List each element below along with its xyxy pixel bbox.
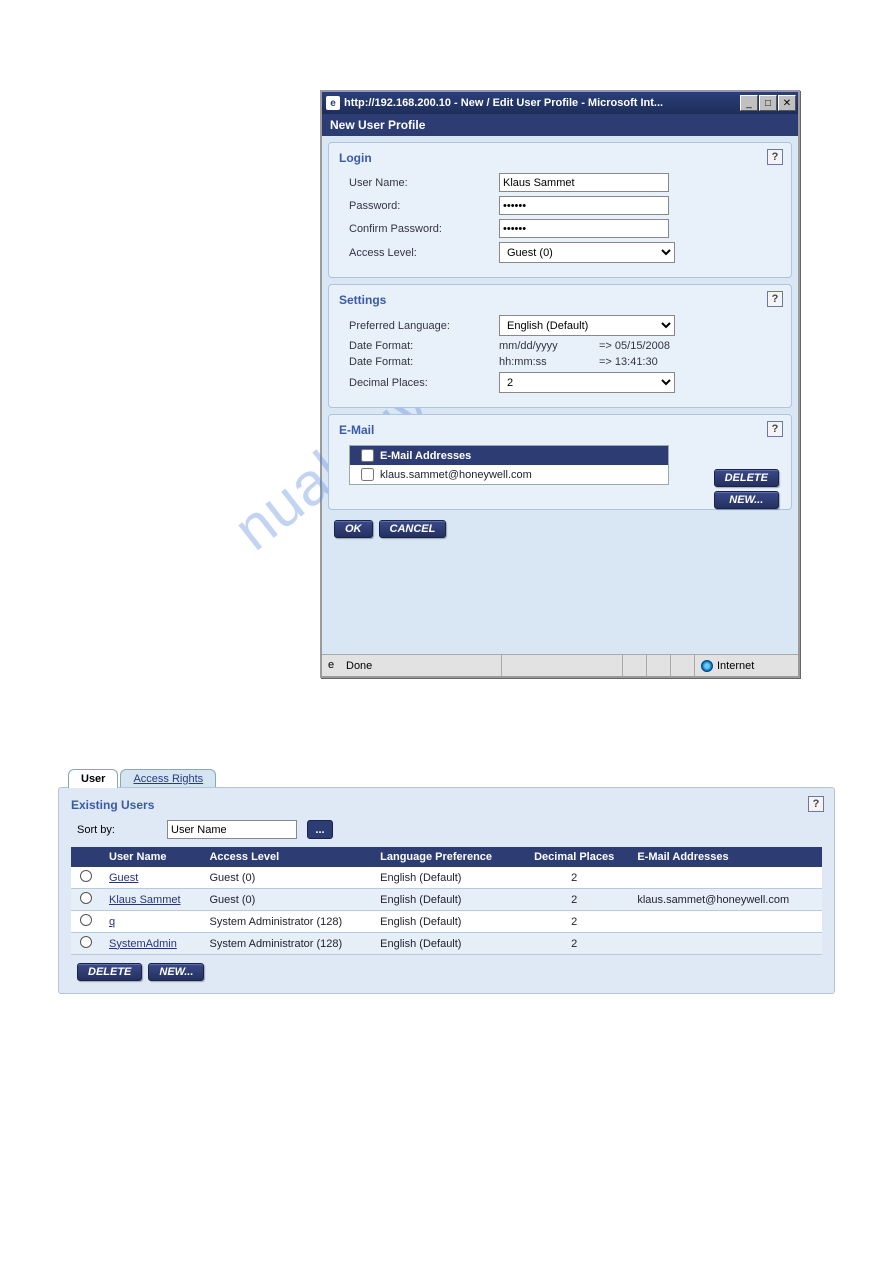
cell-access: System Administrator (128)	[201, 911, 372, 933]
username-label: User Name:	[349, 177, 499, 189]
cell-email	[629, 933, 822, 955]
status-left-text: Done	[346, 660, 372, 672]
help-icon[interactable]: ?	[767, 421, 783, 437]
existing-users-panel: ? Existing Users Sort by: ... User Name …	[58, 787, 835, 994]
col-access: Access Level	[201, 847, 372, 867]
access-level-select[interactable]: Guest (0)	[499, 242, 675, 263]
status-right-text: Internet	[717, 660, 754, 672]
username-input[interactable]	[499, 173, 669, 192]
language-label: Preferred Language:	[349, 320, 499, 332]
email-row-checkbox[interactable]	[361, 468, 374, 481]
tab-access-rights[interactable]: Access Rights	[120, 769, 216, 788]
email-panel: ? E-Mail E-Mail Addresses klaus.sammet@h…	[328, 414, 792, 510]
row-radio[interactable]	[80, 870, 92, 882]
cell-lang: English (Default)	[372, 933, 519, 955]
email-select-all-checkbox[interactable]	[361, 449, 374, 462]
row-radio[interactable]	[80, 936, 92, 948]
status-bar: e Done Internet	[322, 654, 798, 676]
help-icon[interactable]: ?	[808, 796, 824, 812]
decimal-label: Decimal Places:	[349, 377, 499, 389]
email-row: klaus.sammet@honeywell.com	[350, 465, 668, 484]
col-decimal: Decimal Places	[519, 847, 629, 867]
table-row: SystemAdmin System Administrator (128) E…	[71, 933, 822, 955]
email-address: klaus.sammet@honeywell.com	[380, 469, 532, 481]
email-delete-button[interactable]: DELETE	[714, 469, 779, 487]
help-icon[interactable]: ?	[767, 149, 783, 165]
row-radio[interactable]	[80, 892, 92, 904]
password-label: Password:	[349, 200, 499, 212]
date-format-value: mm/dd/yyyy	[499, 340, 599, 352]
sortby-input[interactable]	[167, 820, 297, 839]
email-header: E-Mail Addresses	[380, 450, 471, 462]
close-button[interactable]: ✕	[778, 95, 796, 111]
cell-access: Guest (0)	[201, 889, 372, 911]
sortby-label: Sort by:	[77, 824, 157, 836]
col-email: E-Mail Addresses	[629, 847, 822, 867]
access-level-label: Access Level:	[349, 247, 499, 259]
decimal-select[interactable]: 2	[499, 372, 675, 393]
settings-panel: ? Settings Preferred Language: English (…	[328, 284, 792, 408]
login-title: Login	[339, 151, 781, 165]
email-title: E-Mail	[339, 423, 781, 437]
login-panel: ? Login User Name: Password: Confirm Pas…	[328, 142, 792, 278]
cell-lang: English (Default)	[372, 889, 519, 911]
user-link[interactable]: q	[109, 916, 115, 928]
language-select[interactable]: English (Default)	[499, 315, 675, 336]
user-link[interactable]: Guest	[109, 872, 138, 884]
users-table: User Name Access Level Language Preferen…	[71, 847, 822, 955]
confirm-password-label: Confirm Password:	[349, 223, 499, 235]
settings-title: Settings	[339, 293, 781, 307]
cell-lang: English (Default)	[372, 911, 519, 933]
minimize-button[interactable]: _	[740, 95, 758, 111]
cell-access: Guest (0)	[201, 867, 372, 889]
cancel-button[interactable]: CANCEL	[379, 520, 447, 538]
page-subheader: New User Profile	[322, 114, 798, 136]
cell-decimal: 2	[519, 889, 629, 911]
table-row: Klaus Sammet Guest (0) English (Default)…	[71, 889, 822, 911]
cell-decimal: 2	[519, 911, 629, 933]
user-link[interactable]: SystemAdmin	[109, 938, 177, 950]
titlebar: e http://192.168.200.10 - New / Edit Use…	[322, 92, 798, 114]
table-row: q System Administrator (128) English (De…	[71, 911, 822, 933]
email-table: E-Mail Addresses klaus.sammet@honeywell.…	[349, 445, 669, 485]
cell-access: System Administrator (128)	[201, 933, 372, 955]
date-format-example: => 05/15/2008	[599, 340, 670, 352]
time-format-value: hh:mm:ss	[499, 356, 599, 368]
ok-button[interactable]: OK	[334, 520, 373, 538]
col-language: Language Preference	[372, 847, 519, 867]
existing-users-title: Existing Users	[71, 798, 822, 812]
cell-decimal: 2	[519, 933, 629, 955]
password-input[interactable]	[499, 196, 669, 215]
cell-lang: English (Default)	[372, 867, 519, 889]
cell-email: klaus.sammet@honeywell.com	[629, 889, 822, 911]
cell-email	[629, 911, 822, 933]
dialog-window: e http://192.168.200.10 - New / Edit Use…	[320, 90, 800, 678]
tab-user[interactable]: User	[68, 769, 118, 788]
col-username: User Name	[101, 847, 201, 867]
ie-icon: e	[328, 659, 342, 673]
users-delete-button[interactable]: DELETE	[77, 963, 142, 981]
row-radio[interactable]	[80, 914, 92, 926]
maximize-button[interactable]: □	[759, 95, 777, 111]
cell-decimal: 2	[519, 867, 629, 889]
sortby-browse-button[interactable]: ...	[307, 820, 333, 839]
cell-email	[629, 867, 822, 889]
time-format-example: => 13:41:30	[599, 356, 658, 368]
help-icon[interactable]: ?	[767, 291, 783, 307]
confirm-password-input[interactable]	[499, 219, 669, 238]
ie-icon: e	[326, 96, 340, 110]
users-new-button[interactable]: NEW...	[148, 963, 204, 981]
time-format-label: Date Format:	[349, 356, 499, 368]
user-link[interactable]: Klaus Sammet	[109, 894, 181, 906]
date-format-label: Date Format:	[349, 340, 499, 352]
table-row: Guest Guest (0) English (Default) 2	[71, 867, 822, 889]
window-title: http://192.168.200.10 - New / Edit User …	[344, 97, 739, 109]
globe-icon	[701, 660, 713, 672]
email-new-button[interactable]: NEW...	[714, 491, 779, 509]
